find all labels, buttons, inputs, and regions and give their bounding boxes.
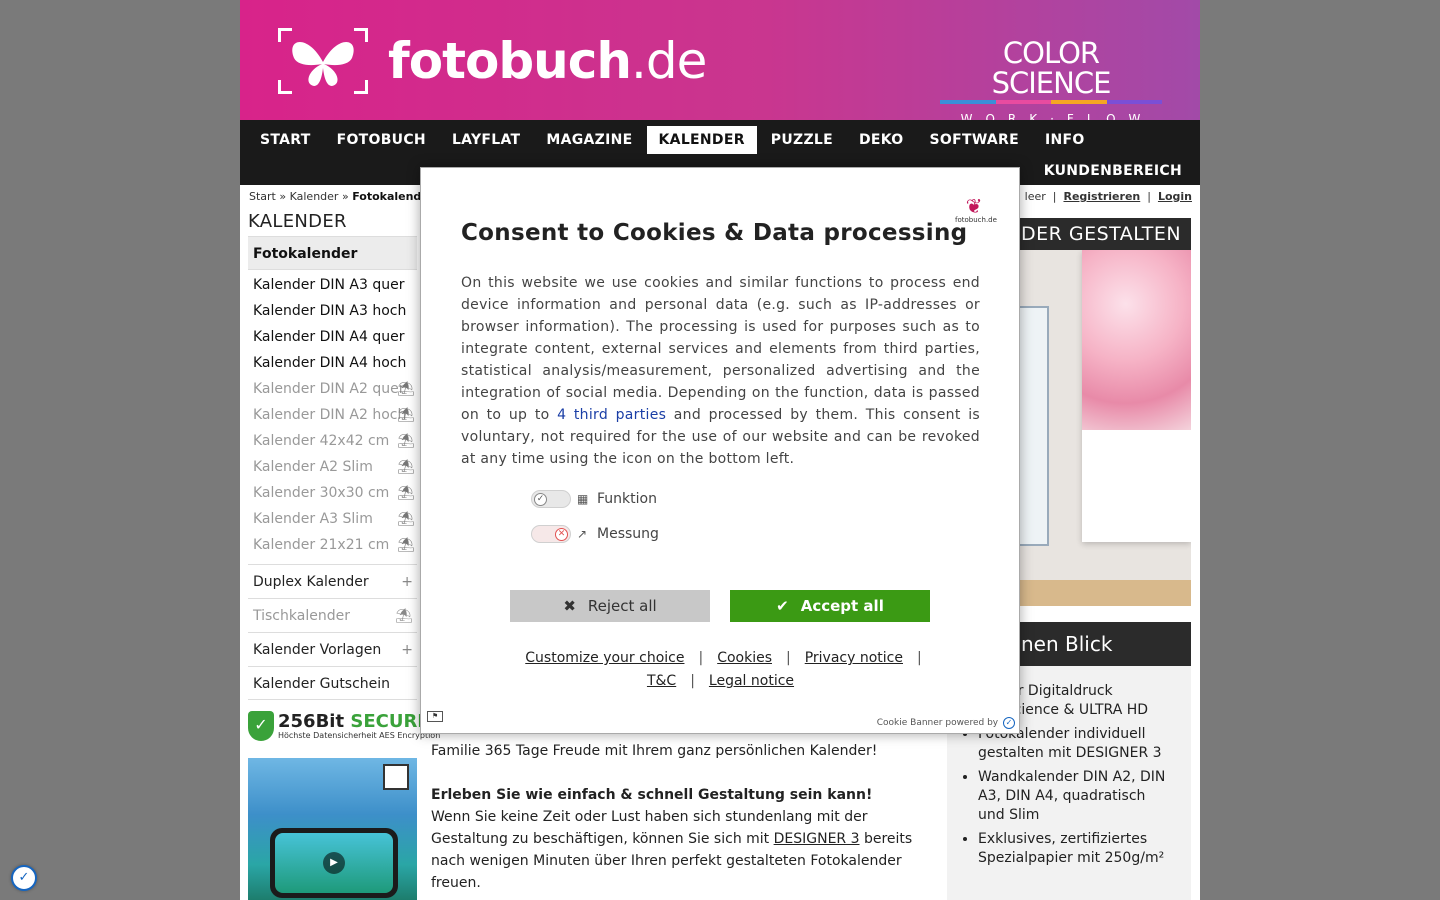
accept-all-button[interactable]: ✔ Accept all [730,590,930,622]
customize-link[interactable]: Customize your choice [525,650,684,666]
toggle-row-function: ✓ ▦ Funktion [531,490,657,508]
consent-text: On this website we use cookies and simil… [461,275,980,467]
consent-dialog: ❦ fotobuch.de Consent to Cookies & Data … [420,167,1020,734]
usercentrics-icon: ✓ [1003,717,1015,729]
function-toggle[interactable]: ✓ [531,490,571,508]
consent-title: Consent to Cookies & Data processing [461,220,968,246]
chart-icon: ↗ [577,527,588,541]
close-icon: ✖ [563,597,576,615]
legal-link[interactable]: Legal notice [709,673,794,689]
grid-icon: ▦ [577,492,589,506]
language-icon[interactable]: ⚑ [427,711,443,722]
powered-by: Cookie Banner powered by ✓ [877,717,1015,729]
toggle-row-measure: ✕ ↗ Messung [531,525,659,543]
check-icon: ✔ [776,597,789,615]
cookie-settings-icon[interactable]: ✓ [11,865,37,891]
function-label: Funktion [597,491,657,507]
reject-all-button[interactable]: ✖ Reject all [510,590,710,622]
measure-toggle[interactable]: ✕ [531,525,571,543]
privacy-link[interactable]: Privacy notice [805,650,903,666]
cookies-link[interactable]: Cookies [717,650,772,666]
consent-links: Customize your choice | Cookies | Privacy no… [525,650,922,689]
third-parties-link[interactable]: 4 third parties [557,407,666,423]
tc-link[interactable]: T&C [647,673,676,689]
measure-label: Messung [597,526,659,542]
consent-overlay: ❦ fotobuch.de Consent to Cookies & Data … [0,0,1440,900]
butterfly-icon: ❦ [965,194,983,218]
